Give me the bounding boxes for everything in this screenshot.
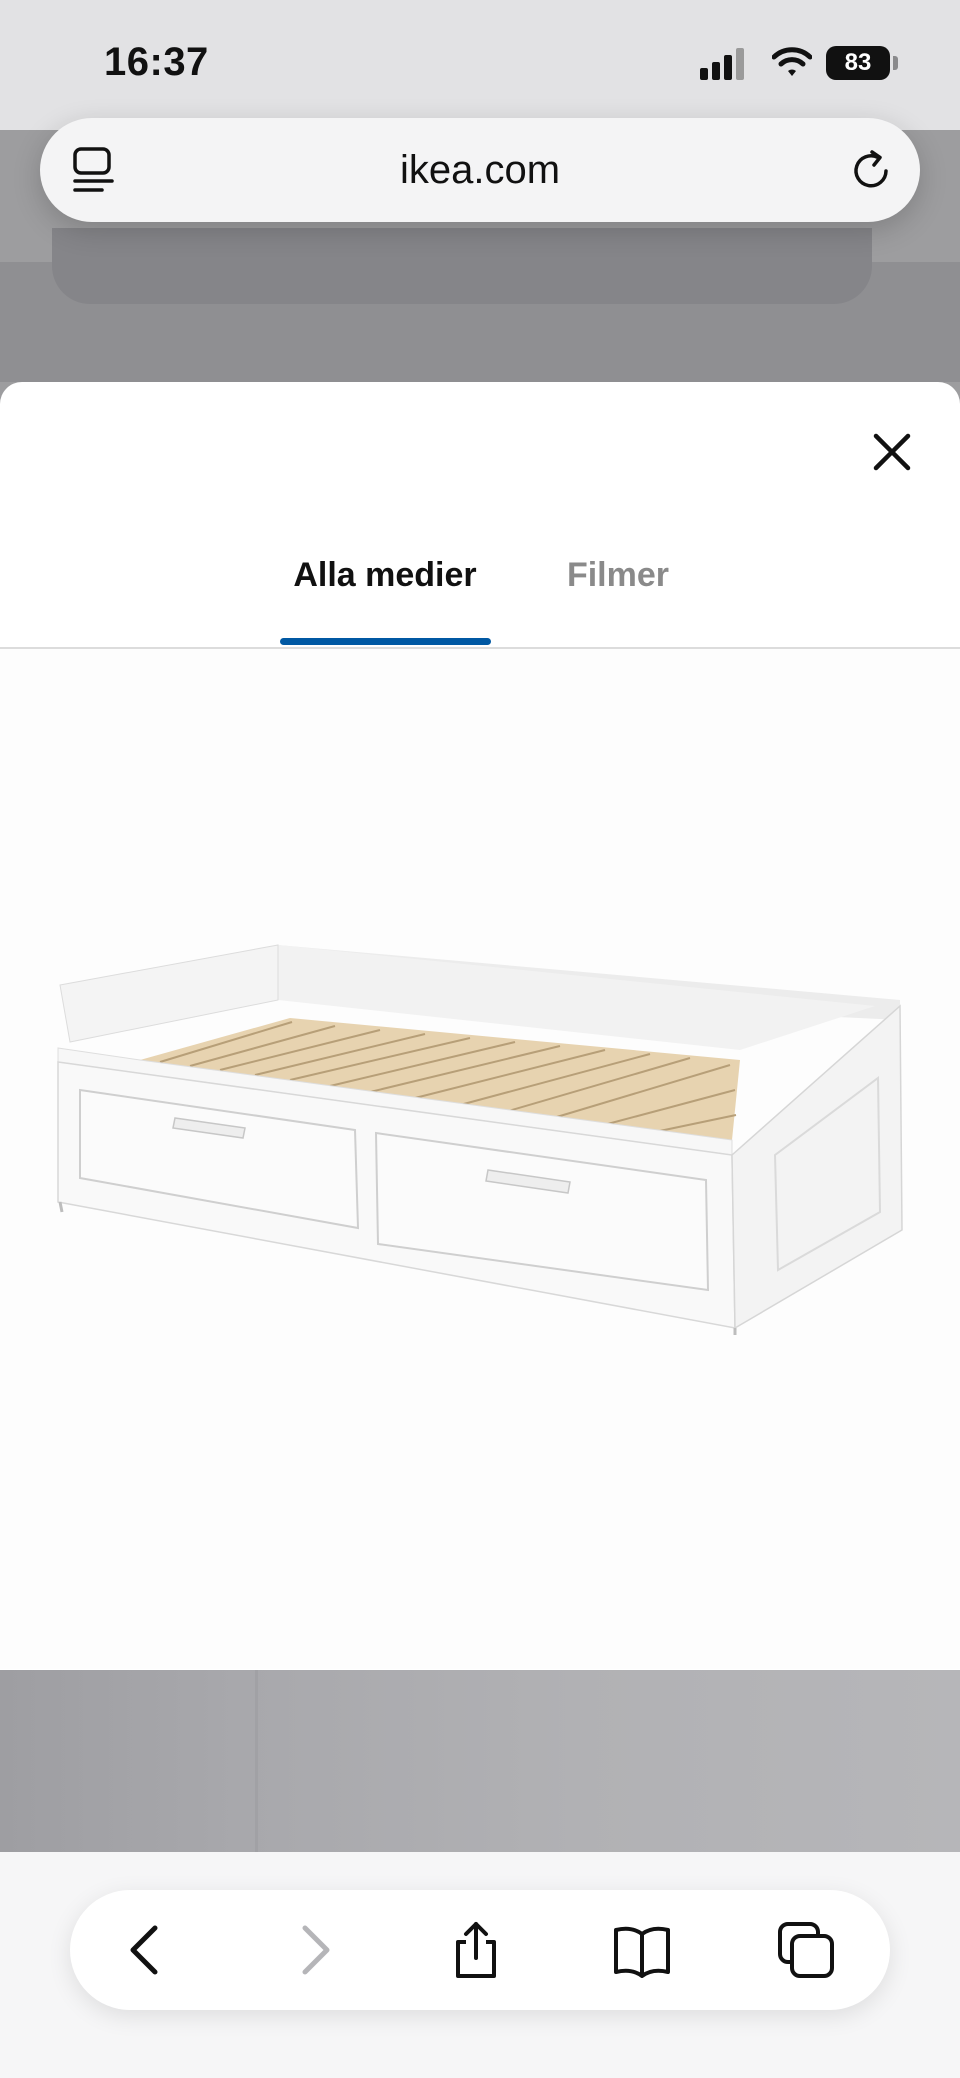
cellular-signal-icon <box>700 48 744 80</box>
reload-icon[interactable] <box>848 148 894 194</box>
battery-tip <box>893 56 898 70</box>
battery-indicator: 83 <box>826 46 890 80</box>
tabs-icon[interactable] <box>776 1920 836 1980</box>
back-icon[interactable] <box>115 1920 175 1980</box>
forward-icon[interactable] <box>285 1920 345 1980</box>
product-image[interactable] <box>40 930 910 1340</box>
thumbnail-divider <box>255 1670 258 1852</box>
share-icon[interactable] <box>446 1920 506 1980</box>
url-text[interactable]: ikea.com <box>40 118 920 222</box>
active-tab-indicator <box>280 638 491 645</box>
media-thumbnail-strip[interactable] <box>0 1670 960 1852</box>
page-menu-icon[interactable] <box>72 146 118 194</box>
status-time: 16:37 <box>104 40 209 84</box>
close-icon[interactable] <box>870 430 914 474</box>
background-search-field <box>52 228 872 304</box>
tab-all-media[interactable]: Alla medier <box>262 556 508 595</box>
bookmarks-icon[interactable] <box>612 1920 672 1980</box>
wifi-icon <box>772 47 812 76</box>
address-bar[interactable]: ikea.com <box>40 118 920 222</box>
tab-videos[interactable]: Filmer <box>548 556 688 595</box>
